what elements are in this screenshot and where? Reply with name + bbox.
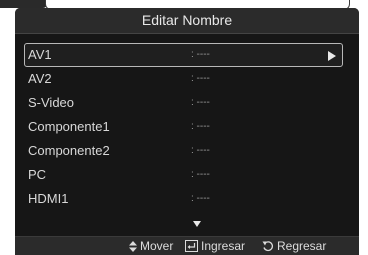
enter-label: Ingresar (201, 239, 246, 253)
footer-move: Mover (129, 237, 173, 255)
return-label: Regresar (277, 239, 327, 253)
list-item-componente2[interactable]: Componente2 : ---- (24, 139, 343, 163)
list-item-value: : ---- (191, 169, 210, 180)
list-item-value: : ---- (191, 97, 210, 108)
down-arrow-icon[interactable] (193, 221, 201, 227)
list-item-label: AV2 (28, 71, 52, 86)
list-item-label: Componente1 (28, 119, 110, 134)
list-item-value: : ---- (191, 49, 210, 60)
list-item-label: PC (28, 167, 47, 182)
top-tab (0, 0, 47, 8)
footer-return: Regresar (262, 237, 326, 255)
osd-panel: Editar Nombre AV1 : ---- AV2 : ---- S-Vi… (15, 8, 359, 255)
list-item-hdmi1[interactable]: HDMI1 : ---- (24, 187, 343, 211)
list-item-value: : ---- (191, 145, 210, 156)
footer-enter: Ingresar (185, 237, 245, 255)
list-item-av2[interactable]: AV2 : ---- (24, 67, 343, 91)
list-item-s-video[interactable]: S-Video : ---- (24, 91, 343, 115)
list-item-label: S-Video (28, 95, 75, 110)
source-list: AV1 : ---- AV2 : ---- S-Video : ---- Com… (15, 43, 359, 211)
move-label: Mover (140, 239, 174, 253)
list-item-value: : ---- (191, 193, 210, 204)
list-item-value: : ---- (191, 73, 210, 84)
footer-help-bar: Mover Ingresar Regresar (15, 236, 359, 255)
list-item-label: AV1 (28, 47, 52, 62)
enter-icon (185, 240, 198, 252)
page-title: Editar Nombre (15, 8, 359, 34)
return-icon (262, 241, 274, 252)
list-item-label: HDMI1 (28, 191, 69, 206)
list-item-pc[interactable]: PC : ---- (24, 163, 343, 187)
list-item-av1[interactable]: AV1 : ---- (24, 43, 343, 67)
up-down-arrows-icon (129, 240, 137, 252)
right-arrow-icon (328, 51, 336, 61)
list-item-label: Componente2 (28, 143, 110, 158)
list-item-value: : ---- (191, 121, 210, 132)
list-item-componente1[interactable]: Componente1 : ---- (24, 115, 343, 139)
